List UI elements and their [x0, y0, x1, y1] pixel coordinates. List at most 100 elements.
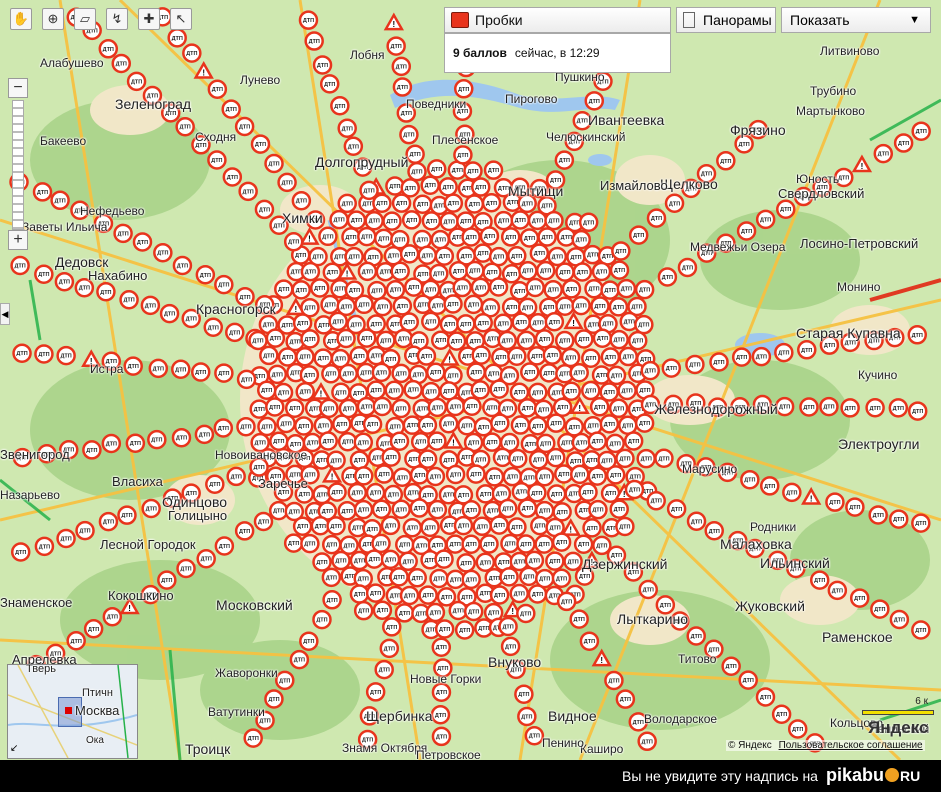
- accident-marker-icon[interactable]: ДТП: [420, 517, 440, 538]
- accident-marker-icon[interactable]: ДТП: [571, 295, 591, 316]
- accident-marker-icon[interactable]: ДТП: [611, 241, 631, 261]
- accident-marker-icon[interactable]: ДТП: [213, 418, 234, 438]
- accident-marker-icon[interactable]: ДТП: [318, 226, 338, 247]
- accident-marker-icon[interactable]: ДТП: [445, 534, 465, 554]
- accident-marker-icon[interactable]: ДТП: [636, 448, 656, 469]
- accident-marker-icon[interactable]: ДТП: [250, 134, 271, 154]
- accident-marker-icon[interactable]: ДТП: [343, 136, 364, 157]
- accident-marker-icon[interactable]: ДТП: [123, 356, 143, 376]
- accident-marker-icon[interactable]: ДТП: [264, 153, 284, 174]
- terms-link[interactable]: Пользовательское соглашение: [779, 740, 923, 751]
- accident-marker-icon[interactable]: ДТП: [751, 346, 772, 367]
- accident-marker-icon[interactable]: ДТП: [349, 584, 370, 604]
- accident-marker-icon[interactable]: ДТП: [277, 172, 297, 193]
- accident-marker-icon[interactable]: ДТП: [507, 346, 527, 367]
- accident-marker-icon[interactable]: ДТП: [300, 329, 320, 349]
- accident-marker-icon[interactable]: ДТП: [537, 227, 557, 247]
- accident-marker-icon[interactable]: ДТП: [10, 255, 30, 276]
- accident-marker-icon[interactable]: ДТП: [353, 432, 374, 453]
- accident-marker-icon[interactable]: ДТП: [721, 656, 741, 676]
- accident-marker-icon[interactable]: ДТП: [731, 347, 752, 367]
- traffic-button[interactable]: Пробки: [444, 7, 671, 33]
- accident-marker-icon[interactable]: ДТП: [234, 116, 255, 137]
- accident-marker-icon[interactable]: ДТП: [365, 682, 386, 702]
- accident-marker-icon[interactable]: ДТП: [412, 194, 433, 214]
- accident-marker-icon[interactable]: ДТП: [66, 631, 86, 651]
- accident-marker-icon[interactable]: ДТП: [545, 551, 565, 571]
- accident-marker-icon[interactable]: ДТП: [372, 600, 393, 620]
- accident-marker-icon[interactable]: ДТП: [628, 225, 649, 245]
- accident-marker-icon[interactable]: ДТП: [376, 330, 396, 351]
- accident-marker-icon[interactable]: ДТП: [426, 362, 446, 382]
- accident-marker-icon[interactable]: ДТП: [236, 369, 257, 390]
- accident-marker-icon[interactable]: ДТП: [380, 515, 401, 536]
- accident-marker-icon[interactable]: ДТП: [326, 450, 346, 471]
- accident-marker-icon[interactable]: ДТП: [527, 584, 548, 604]
- accident-marker-icon[interactable]: ДТП: [606, 365, 627, 386]
- accident-marker-icon[interactable]: ДТП: [102, 606, 123, 627]
- accident-marker-icon[interactable]: ДТП: [243, 728, 263, 748]
- accident-marker-icon[interactable]: ДТП: [265, 328, 286, 348]
- accident-marker-icon[interactable]: ДТП: [608, 297, 629, 317]
- accident-marker-icon[interactable]: ДТП: [461, 500, 482, 520]
- accident-marker-icon[interactable]: ДТП: [399, 312, 419, 332]
- accident-marker-icon[interactable]: ДТП: [331, 382, 351, 403]
- accident-marker-icon[interactable]: ДТП: [366, 380, 386, 400]
- accident-marker-icon[interactable]: ДТП: [519, 228, 540, 248]
- accident-marker-icon[interactable]: ДТП: [535, 260, 556, 281]
- accident-marker-icon[interactable]: ДТП: [425, 466, 446, 487]
- accident-marker-icon[interactable]: ДТП: [417, 245, 438, 266]
- accident-marker-icon[interactable]: ДТП: [510, 210, 530, 230]
- accident-marker-icon[interactable]: ДТП: [416, 346, 437, 366]
- accident-marker-icon[interactable]: ДТП: [222, 167, 243, 187]
- accident-marker-icon[interactable]: ДТП: [203, 317, 224, 338]
- accident-marker-icon[interactable]: ДТП: [56, 345, 76, 366]
- accident-marker-icon[interactable]: ДТП: [873, 143, 894, 164]
- accident-marker-icon[interactable]: ДТП: [454, 79, 474, 99]
- accident-marker-icon[interactable]: ДТП: [304, 31, 324, 51]
- accident-marker-icon[interactable]: ДТП: [257, 380, 277, 400]
- accident-marker-icon[interactable]: ДТП: [579, 631, 600, 651]
- accident-marker-icon[interactable]: ДТП: [628, 330, 648, 351]
- accident-marker-icon[interactable]: ДТП: [514, 684, 534, 704]
- accident-marker-icon[interactable]: ДТП: [117, 505, 137, 525]
- accident-marker-icon[interactable]: ДТП: [312, 552, 332, 572]
- accident-marker-icon[interactable]: ДТП: [533, 399, 554, 420]
- accident-marker-icon[interactable]: ДТП: [454, 620, 475, 640]
- accident-marker-icon[interactable]: ДТП: [409, 498, 430, 518]
- accident-marker-icon[interactable]: ДТП: [195, 265, 216, 285]
- accident-marker-icon[interactable]: ДТП: [430, 330, 451, 350]
- accident-marker-icon[interactable]: !: [310, 381, 332, 400]
- accident-marker-icon[interactable]: ДТП: [509, 281, 530, 301]
- accident-marker-icon[interactable]: ДТП: [666, 499, 687, 519]
- accident-marker-icon[interactable]: ДТП: [664, 193, 685, 214]
- accident-marker-icon[interactable]: ДТП: [300, 261, 321, 282]
- accident-marker-icon[interactable]: ДТП: [429, 568, 449, 589]
- accident-marker-icon[interactable]: ДТП: [225, 322, 245, 343]
- accident-marker-icon[interactable]: ДТП: [527, 416, 548, 436]
- accident-marker-icon[interactable]: ДТП: [98, 39, 119, 59]
- accident-marker-icon[interactable]: ДТП: [498, 616, 518, 637]
- accident-marker-icon[interactable]: ДТП: [888, 509, 909, 529]
- accident-marker-icon[interactable]: ДТП: [153, 242, 173, 263]
- accident-marker-icon[interactable]: ДТП: [409, 465, 430, 485]
- accident-marker-icon[interactable]: ДТП: [34, 264, 54, 284]
- accident-marker-icon[interactable]: ДТП: [431, 682, 452, 702]
- accident-marker-icon[interactable]: ДТП: [214, 536, 235, 556]
- accident-marker-icon[interactable]: ДТП: [372, 296, 393, 317]
- accident-marker-icon[interactable]: ДТП: [571, 229, 591, 250]
- accident-marker-icon[interactable]: ДТП: [592, 328, 613, 348]
- hand-tool-button[interactable]: ✋: [10, 8, 32, 30]
- accident-marker-icon[interactable]: ДТП: [456, 211, 476, 231]
- accident-marker-icon[interactable]: ДТП: [329, 209, 349, 230]
- accident-marker-icon[interactable]: ДТП: [412, 229, 433, 250]
- accident-marker-icon[interactable]: ДТП: [398, 551, 418, 572]
- accident-marker-icon[interactable]: ДТП: [394, 603, 415, 623]
- accident-marker-icon[interactable]: ДТП: [83, 619, 104, 639]
- accident-marker-icon[interactable]: ДТП: [569, 362, 589, 383]
- accident-marker-icon[interactable]: ДТП: [463, 294, 484, 315]
- accident-marker-icon[interactable]: ДТП: [320, 294, 340, 315]
- accident-marker-icon[interactable]: ДТП: [34, 344, 54, 364]
- accident-marker-icon[interactable]: ДТП: [330, 96, 350, 116]
- accident-marker-icon[interactable]: ДТП: [470, 177, 491, 197]
